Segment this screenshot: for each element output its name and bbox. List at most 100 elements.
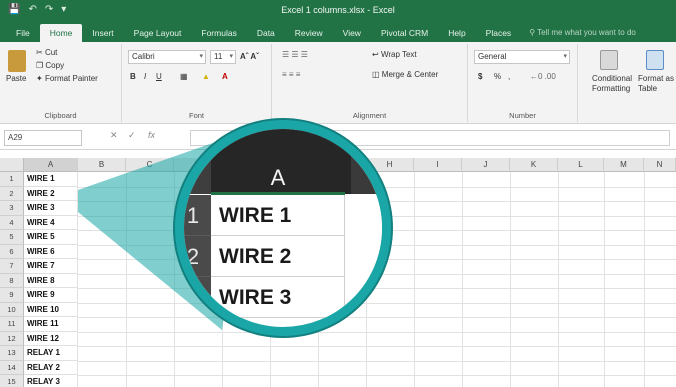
chevron-down-icon: ▾	[199, 53, 203, 60]
cell-a[interactable]: WIRE 5	[24, 230, 78, 245]
font-size-value: 11	[214, 52, 223, 61]
cut-button[interactable]: ✂ Cut	[36, 48, 57, 57]
paste-icon[interactable]	[8, 50, 26, 72]
tab-formulas[interactable]: Formulas	[191, 24, 246, 42]
decimal-icon[interactable]: ←0 .00	[530, 72, 556, 81]
font-size-select[interactable]: 11 ▾	[210, 50, 236, 64]
format-painter-button[interactable]: ✦ Format Painter	[36, 74, 98, 83]
row-header[interactable]: 3	[0, 201, 24, 216]
cell-a[interactable]: WIRE 6	[24, 244, 78, 259]
column-header-k[interactable]: K	[510, 158, 558, 172]
column-header-m[interactable]: M	[604, 158, 644, 172]
chevron-down-icon: ▾	[563, 53, 567, 60]
row-header[interactable]: 13	[0, 346, 24, 361]
tab-insert[interactable]: Insert	[82, 24, 123, 42]
cell-a[interactable]: WIRE 1	[24, 172, 78, 187]
format-as-table-button[interactable]: Format as	[638, 74, 674, 83]
cancel-icon[interactable]: ✕	[110, 130, 118, 141]
window-title: Excel 1 columns.xlsx - Excel	[281, 5, 395, 15]
cell-a[interactable]: WIRE 12	[24, 331, 78, 346]
grow-font-button[interactable]: Aˆ Aˇ	[240, 52, 259, 61]
row-header[interactable]: 7	[0, 259, 24, 274]
wrap-text-button[interactable]: ↩ Wrap Text	[372, 50, 417, 59]
column-header-i[interactable]: I	[414, 158, 462, 172]
merge-center-button[interactable]: ◫ Merge & Center	[372, 70, 438, 79]
cell-a[interactable]: RELAY 2	[24, 360, 78, 375]
align-left-icon[interactable]: ≡ ≡ ≡	[282, 70, 300, 79]
column-header-l[interactable]: L	[558, 158, 604, 172]
font-label: Font	[188, 111, 204, 120]
cell-a[interactable]: RELAY 1	[24, 346, 78, 361]
alignment-group: ☰ ☰ ☰ ≡ ≡ ≡ ↩ Wrap Text ◫ Merge & Center…	[272, 44, 468, 122]
cell-a[interactable]: WIRE 7	[24, 259, 78, 274]
cell-a[interactable]: WIRE 10	[24, 302, 78, 317]
format-as-table-icon[interactable]	[646, 50, 664, 70]
paste-button[interactable]: Paste	[6, 74, 26, 83]
tell-me-search[interactable]: ⚲ Tell me what you want to do	[521, 24, 636, 42]
column-header-c[interactable]: C	[126, 158, 174, 172]
row-header[interactable]: 15	[0, 375, 24, 387]
tab-home[interactable]: Home	[39, 24, 83, 42]
font-color-icon[interactable]: A	[222, 72, 228, 81]
borders-icon[interactable]: ▦	[180, 72, 188, 81]
bold-button[interactable]: B	[130, 72, 136, 81]
column-header-a[interactable]: A	[24, 158, 78, 172]
conditional-formatting-button[interactable]: Conditional	[592, 74, 632, 83]
merge-center-label: Merge & Center	[381, 70, 439, 79]
column-header-b[interactable]: B	[78, 158, 126, 172]
insert-function-button[interactable]: fx	[148, 130, 155, 140]
tab-review[interactable]: Review	[285, 24, 333, 42]
wrap-text-label: Wrap Text	[380, 50, 417, 59]
number-group: General ▾ $ % , ←0 .00 Number	[468, 44, 578, 122]
number-format-select[interactable]: General ▾	[474, 50, 570, 64]
tab-help[interactable]: Help	[438, 24, 475, 42]
row-header[interactable]: 4	[0, 215, 24, 230]
gridline	[78, 331, 676, 333]
copy-label: Copy	[45, 61, 65, 70]
number-format-value: General	[478, 52, 507, 61]
magnified-cell: WIRE 2	[211, 236, 345, 277]
underline-button[interactable]: U	[156, 72, 162, 81]
copy-button[interactable]: ❐ Copy	[36, 61, 64, 70]
column-header-j[interactable]: J	[462, 158, 510, 172]
cell-a[interactable]: WIRE 11	[24, 317, 78, 332]
conditional-formatting-icon[interactable]	[600, 50, 618, 70]
cell-a[interactable]: WIRE 3	[24, 201, 78, 216]
fill-color-icon[interactable]: ▲	[202, 72, 210, 81]
cell-a[interactable]: RELAY 3	[24, 375, 78, 387]
percent-button[interactable]: %	[494, 72, 501, 81]
select-all-corner[interactable]	[0, 158, 24, 172]
cell-a[interactable]: WIRE 4	[24, 215, 78, 230]
tab-places[interactable]: Places	[476, 24, 522, 42]
magnifier-lens: A 1 WIRE 1 2 WIRE 2 3 WIRE 3	[175, 120, 391, 336]
cell-a[interactable]: WIRE 2	[24, 186, 78, 201]
number-label: Number	[509, 111, 536, 120]
row-header[interactable]: 2	[0, 186, 24, 201]
row-header[interactable]: 10	[0, 302, 24, 317]
gridline	[462, 172, 463, 387]
tab-page-layout[interactable]: Page Layout	[124, 24, 192, 42]
cell-a[interactable]: WIRE 9	[24, 288, 78, 303]
enter-icon[interactable]: ✓	[128, 130, 136, 141]
align-top-icon[interactable]: ☰ ☰ ☰	[282, 50, 308, 59]
italic-button[interactable]: I	[144, 72, 146, 81]
row-header[interactable]: 9	[0, 288, 24, 303]
cell-a[interactable]: WIRE 8	[24, 273, 78, 288]
comma-button[interactable]: ,	[508, 72, 510, 81]
tab-pivotal-crm[interactable]: Pivotal CRM	[371, 24, 438, 42]
row-header[interactable]: 6	[0, 244, 24, 259]
tab-file[interactable]: File	[6, 24, 40, 42]
currency-button[interactable]: $	[478, 72, 482, 81]
row-header[interactable]: 8	[0, 273, 24, 288]
tab-view[interactable]: View	[333, 24, 371, 42]
row-header[interactable]: 1	[0, 172, 24, 187]
tab-data[interactable]: Data	[247, 24, 285, 42]
row-header[interactable]: 11	[0, 317, 24, 332]
row-header[interactable]: 12	[0, 331, 24, 346]
gridline	[78, 375, 676, 376]
name-box[interactable]: A29	[4, 130, 82, 146]
row-header[interactable]: 5	[0, 230, 24, 245]
column-header-n[interactable]: N	[644, 158, 676, 172]
row-header[interactable]: 14	[0, 360, 24, 375]
font-name-select[interactable]: Calibri ▾	[128, 50, 206, 64]
